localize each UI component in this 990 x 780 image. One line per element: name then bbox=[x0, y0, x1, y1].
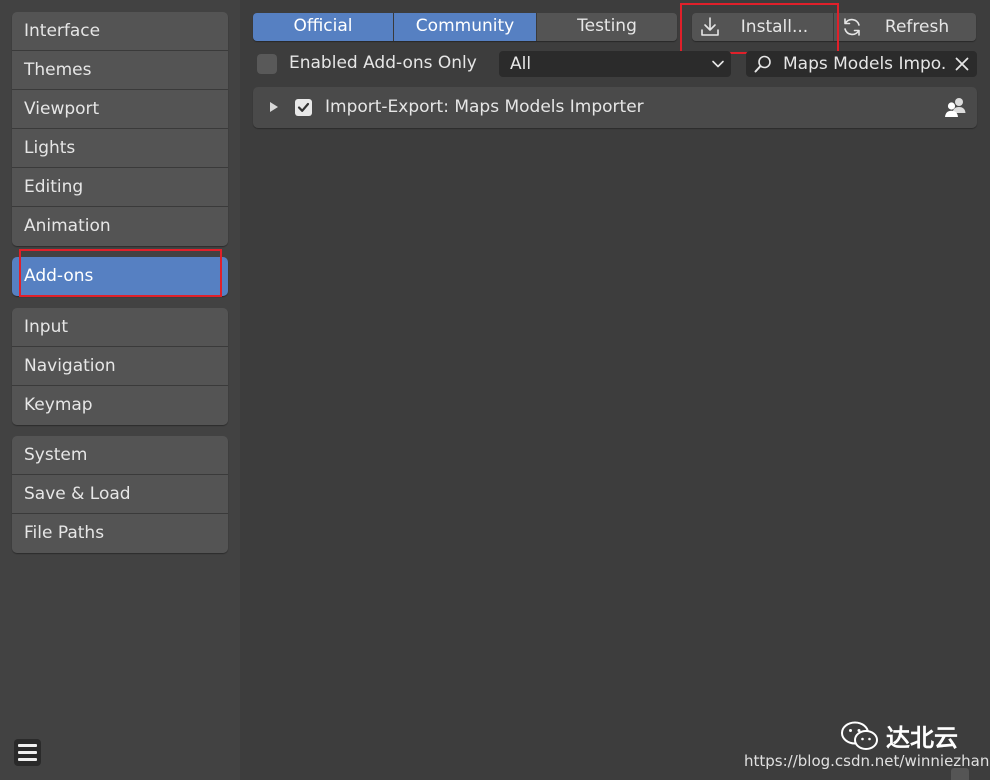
close-icon[interactable] bbox=[954, 56, 970, 72]
scroll-up-handle[interactable] bbox=[951, 768, 969, 780]
sidebar-item-input[interactable]: Input bbox=[12, 308, 228, 347]
sidebar-item-system[interactable]: System bbox=[12, 436, 228, 475]
chevron-down-icon bbox=[712, 60, 724, 68]
sidebar-group-system: System Save & Load File Paths bbox=[12, 436, 228, 553]
search-input[interactable]: Maps Models Impo... bbox=[783, 51, 945, 77]
sidebar-item-keymap[interactable]: Keymap bbox=[12, 386, 228, 425]
watermark-name: 达北云 bbox=[886, 724, 958, 752]
sidebar-group-input: Input Navigation Keymap bbox=[12, 308, 228, 425]
tab-community[interactable]: Community bbox=[394, 13, 537, 41]
category-dropdown[interactable]: All bbox=[499, 51, 731, 77]
sidebar: Interface Themes Viewport Lights Editing… bbox=[0, 0, 240, 780]
refresh-icon bbox=[844, 18, 860, 36]
support-level-tabs: Official Community Testing bbox=[253, 13, 677, 41]
sidebar-item-viewport[interactable]: Viewport bbox=[12, 90, 228, 129]
category-value: All bbox=[510, 54, 532, 74]
enabled-only-label: Enabled Add-ons Only bbox=[289, 53, 477, 73]
tab-official[interactable]: Official bbox=[253, 13, 394, 41]
refresh-button[interactable]: Refresh bbox=[834, 13, 976, 41]
sidebar-item-save-load[interactable]: Save & Load bbox=[12, 475, 228, 514]
sidebar-item-lights[interactable]: Lights bbox=[12, 129, 228, 168]
checkmark-icon bbox=[297, 102, 310, 112]
sidebar-item-editing[interactable]: Editing bbox=[12, 168, 228, 207]
hamburger-menu-icon[interactable] bbox=[14, 739, 41, 766]
addon-row[interactable]: Import-Export: Maps Models Importer bbox=[253, 87, 977, 128]
enabled-only-checkbox[interactable] bbox=[257, 54, 277, 74]
sidebar-item-file-paths[interactable]: File Paths bbox=[12, 514, 228, 553]
main-panel: Official Community Testing Install... Re… bbox=[240, 0, 990, 780]
sidebar-item-addons[interactable]: Add-ons bbox=[12, 257, 228, 296]
sidebar-item-interface[interactable]: Interface bbox=[12, 12, 228, 51]
search-icon bbox=[754, 55, 771, 73]
sidebar-item-themes[interactable]: Themes bbox=[12, 51, 228, 90]
sidebar-group-addons: Add-ons bbox=[12, 257, 228, 296]
tab-testing[interactable]: Testing bbox=[537, 13, 677, 41]
action-buttons: Install... Refresh bbox=[692, 13, 976, 41]
download-icon bbox=[701, 17, 719, 36]
install-button[interactable]: Install... bbox=[692, 13, 834, 41]
expand-triangle-icon[interactable] bbox=[269, 101, 279, 113]
addon-name: Import-Export: Maps Models Importer bbox=[325, 97, 644, 117]
wechat-logo-icon bbox=[841, 721, 878, 750]
community-users-icon bbox=[945, 98, 966, 117]
sidebar-group-general: Interface Themes Viewport Lights Editing… bbox=[12, 12, 228, 246]
addon-enabled-checkbox[interactable] bbox=[295, 99, 312, 116]
search-field[interactable]: Maps Models Impo... bbox=[746, 51, 977, 77]
sidebar-item-animation[interactable]: Animation bbox=[12, 207, 228, 246]
sidebar-item-navigation[interactable]: Navigation bbox=[12, 347, 228, 386]
